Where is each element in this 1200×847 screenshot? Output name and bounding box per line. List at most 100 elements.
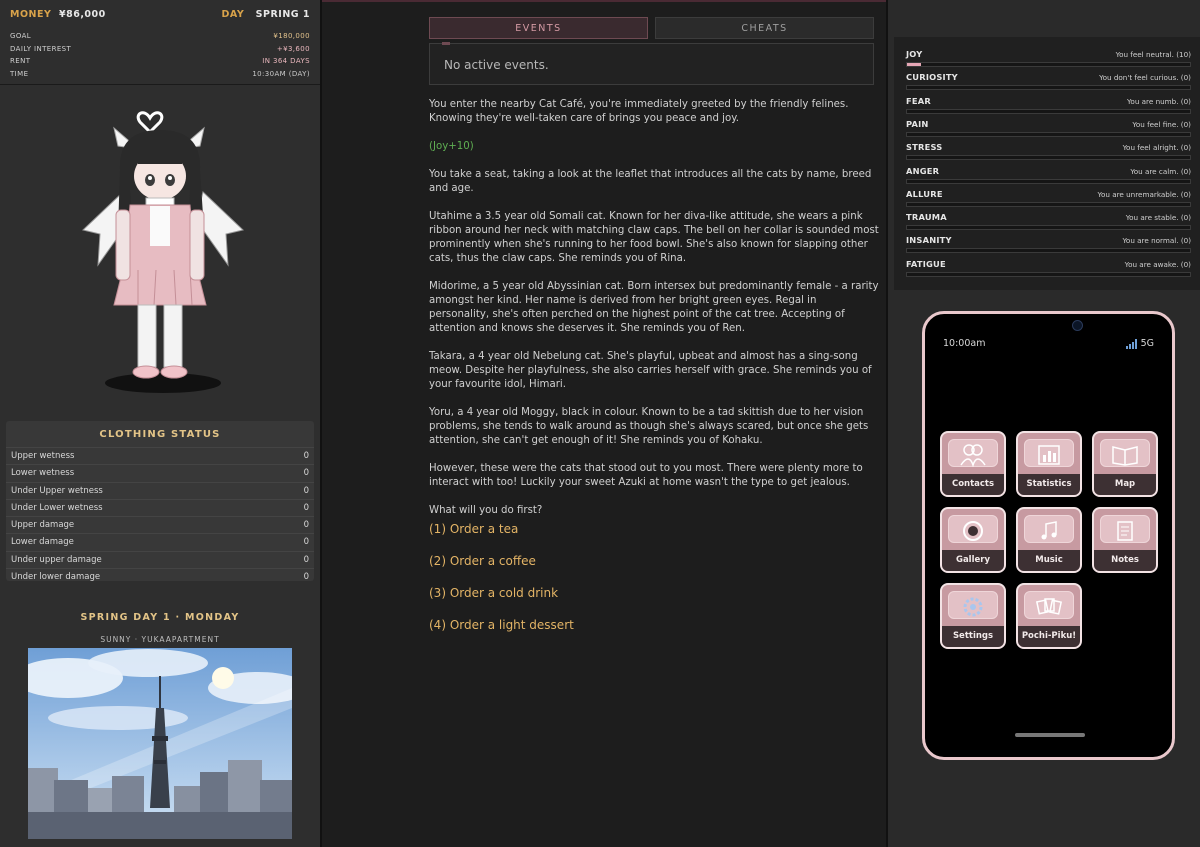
story-paragraph: What will you do first? [429,505,543,516]
story-text: You enter the nearby Cat Café, you're im… [429,98,879,532]
phone: 10:00am 5G Contacts Statistics Map Galle… [922,311,1175,760]
stat-bar [906,155,1191,161]
money-label: MONEY [10,9,52,20]
phone-camera [1072,320,1083,331]
app-music[interactable]: Music [1016,507,1082,573]
contacts-icon [942,441,1004,469]
clothing-label: Under lower damage [11,572,101,583]
stat-description: You are awake. (0) [1124,259,1191,269]
finance-row-interest: DAILY INTEREST +¥3,600 [10,43,310,56]
events-panel: No active events. [429,42,874,85]
clothing-value: 0 [303,520,309,531]
day-title: SPRING DAY 1 · MONDAY [80,612,240,623]
stat-name: FATIGUE [906,258,946,269]
clothing-row: Under Upper wetness 0 [6,481,314,499]
choice-order-tea[interactable]: (1) Order a tea [429,522,518,536]
finance-list: GOAL ¥180,000 DAILY INTEREST +¥3,600 REN… [0,20,320,80]
app-settings[interactable]: Settings [940,583,1006,649]
stat-name: ANGER [906,165,940,176]
stat-bar [906,225,1191,231]
main-content: EVENTS CHEATS No active events. You ente… [322,0,886,847]
stat-bar [906,108,1191,114]
story-paragraph: However, these were the cats that stood … [429,463,863,488]
story-paragraph: Yoru, a 4 year old Moggy, black in colou… [429,407,869,446]
clothing-label: Under Upper wetness [11,485,103,496]
tab-bar: EVENTS CHEATS [429,17,874,41]
stat-name: FEAR [906,95,931,106]
money-value: ¥86,000 [58,9,106,20]
app-label: Pochi-Piku! [1018,626,1080,647]
app-statistics[interactable]: Statistics [1016,431,1082,497]
settings-icon [942,593,1004,621]
finance-row-rent: RENT IN 364 DAYS [10,55,310,68]
day-label: DAY [221,9,245,20]
stat-description: You don't feel curious. (0) [1099,73,1191,83]
clothing-row: Under Lower wetness 0 [6,498,314,516]
app-notes[interactable]: Notes [1092,507,1158,573]
choice-order-coffee[interactable]: (2) Order a coffee [429,554,536,568]
clothing-status-title: CLOTHING STATUS [99,429,221,440]
tab-events[interactable]: EVENTS [429,17,648,39]
character-avatar [81,111,245,393]
stat-bar [906,62,1191,67]
clothing-row: Under upper damage 0 [6,550,314,568]
stat-description: You are calm. (0) [1130,166,1191,176]
stat-bar [906,248,1191,254]
stat-name: STRESS [906,142,943,153]
clothing-value: 0 [303,451,309,461]
statistics-icon [1018,441,1080,469]
clothing-status-panel: CLOTHING STATUS Upper wetness 0 Lower wet… [6,421,314,582]
clothing-value: 0 [303,468,309,479]
finance-value: IN 364 DAYS [262,57,310,65]
stat-name: CURIOSITY [906,72,958,83]
choice-order-cold-drink[interactable]: (3) Order a cold drink [429,586,558,600]
right-sidebar: JOY You feel neutral. (10) CURIOSITY You… [886,0,1200,847]
phone-time: 10:00am [943,338,986,349]
network-type: 5G [1140,338,1154,349]
app-map[interactable]: Map [1092,431,1158,497]
clothing-label: Under Lower wetness [11,502,103,513]
phone-signal: 5G [1125,338,1154,349]
tab-cheats[interactable]: CHEATS [655,17,874,39]
clothing-label: Upper wetness [11,451,75,461]
clothing-row: Upper damage 0 [6,516,314,533]
app-pochi-piku[interactable]: Pochi-Piku! [1016,583,1082,649]
stat-description: You are numb. (0) [1126,96,1191,106]
finance-value: +¥3,600 [276,44,310,53]
stat-bar [906,85,1191,91]
app-label: Gallery [942,550,1004,571]
app-label: Music [1018,550,1080,571]
phone-home-indicator[interactable] [1015,733,1085,737]
joy-change-text: (Joy+10) [429,141,474,152]
app-label: Map [1094,474,1156,495]
weather-location: SUNNY · YUKAAPARTMENT [100,635,220,644]
finance-value: ¥180,000 [273,32,310,40]
clothing-value: 0 [303,502,309,513]
stat-description: You are normal. (0) [1122,236,1191,246]
clothing-row: Lower damage 0 [6,533,314,550]
stat-bar-fill [907,63,922,66]
finance-label: RENT [10,57,31,65]
stat-name: ALLURE [906,188,943,199]
clothing-row: Under lower damage 0 [6,568,314,585]
clothing-value: 0 [303,572,309,583]
app-contacts[interactable]: Contacts [940,431,1006,497]
stat-description: You are stable. (0) [1125,213,1191,223]
pochi-piku-icon [1018,593,1080,621]
stat-name: INSANITY [906,235,952,246]
stat-description: You are unremarkable. (0) [1097,189,1191,199]
app-label: Statistics [1018,474,1080,495]
music-icon [1018,517,1080,545]
stat-description: You feel fine. (0) [1132,119,1191,129]
finance-label: TIME [10,69,29,78]
story-paragraph: Utahime a 3.5 year old Somali cat. Known… [429,211,879,264]
stat-bar [906,201,1191,207]
stat-name: TRAUMA [906,212,947,223]
clothing-label: Lower wetness [11,468,75,479]
choice-order-light-dessert[interactable]: (4) Order a light dessert [429,618,574,632]
divider [0,84,320,85]
clothing-label: Upper damage [11,520,75,531]
finance-value: 10:30AM (DAY) [252,69,310,78]
app-gallery[interactable]: Gallery [940,507,1006,573]
finance-row-goal: GOAL ¥180,000 [10,30,310,43]
